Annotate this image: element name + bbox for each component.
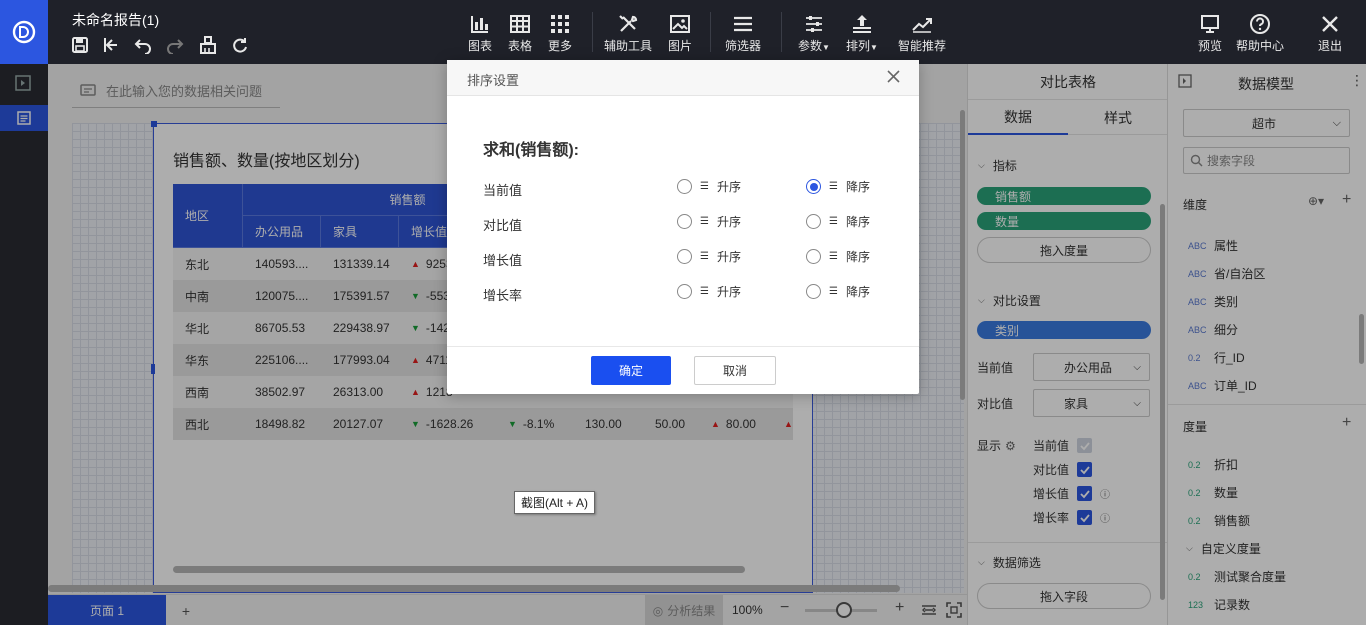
asc-radio[interactable] [677,179,692,194]
sort-row: 增长值 ☰ 升序 ☰ 降序 [483,248,870,268]
help-center-button[interactable]: 帮助中心 [1236,12,1284,56]
logo-icon [12,20,36,44]
desc-option[interactable]: ☰ 降序 [806,213,870,230]
sort-desc-icon: ☰ [829,181,838,192]
params-icon [804,12,824,36]
smart-recommend-button[interactable]: 智能推荐 [898,12,946,56]
sort-icon [851,12,873,36]
sort-row: 增长率 ☰ 升序 ☰ 降序 [483,283,870,303]
sort-desc-icon: ☰ [829,251,838,262]
sort-desc-icon: ☰ [829,216,838,227]
dialog-title: 排序设置 [467,73,520,88]
table-button[interactable]: 表格 [498,12,542,56]
desc-option[interactable]: ☰ 降序 [806,283,870,300]
help-icon [1249,12,1271,36]
desc-radio[interactable] [806,179,821,194]
confirm-button[interactable]: 确定 [591,356,671,385]
toolbar-divider [710,12,711,52]
top-toolbar: 未命名报告(1) 图表 表格 更多 辅助工具 图片 筛选器 参数▼ 排列▼ 智能… [0,0,1366,64]
table-icon [510,12,530,36]
toolbar-divider [781,12,782,52]
filter-lines-icon [733,12,753,36]
refresh-icon[interactable] [231,36,249,54]
sort-desc-icon: ☰ [829,286,838,297]
toolbar-divider [592,12,593,52]
caret-down-icon: ▼ [870,43,878,52]
grid-dots-icon [550,12,570,36]
tools-icon [617,12,639,36]
cancel-button[interactable]: 取消 [694,356,776,385]
close-icon[interactable] [887,70,900,83]
image-icon [670,12,690,36]
desc-option[interactable]: ☰ 降序 [806,248,870,265]
desc-option[interactable]: ☰ 降序 [806,178,870,195]
sort-asc-icon: ☰ [700,181,709,192]
dialog-footer-divider [447,346,919,347]
asc-radio[interactable] [677,249,692,264]
bar-chart-icon [470,12,490,36]
sort-row: 对比值 ☰ 升序 ☰ 降序 [483,213,870,233]
sort-asc-icon: ☰ [700,216,709,227]
chart-button[interactable]: 图表 [458,12,502,56]
sort-settings-dialog: 排序设置 求和(销售额): 当前值 ☰ 升序 ☰ 降序 对比值 ☰ 升序 ☰ 降序 增长… [447,60,919,394]
aux-tools-button[interactable]: 辅助工具 [604,12,652,56]
format-painter-icon[interactable] [199,36,217,54]
close-icon [1320,12,1340,36]
sort-button[interactable]: 排列▼ [840,12,884,56]
desc-radio[interactable] [806,214,821,229]
report-title[interactable]: 未命名报告(1) [72,10,159,30]
asc-option[interactable]: ☰ 升序 [677,283,741,300]
preview-button[interactable]: 预览 [1188,12,1232,56]
more-button[interactable]: 更多 [538,12,582,56]
screenshot-tooltip: 截图(Alt + A) [514,491,596,514]
app-logo[interactable] [0,0,48,64]
redo-icon[interactable] [166,36,184,54]
desc-radio[interactable] [806,284,821,299]
first-step-icon[interactable] [102,36,120,54]
desc-radio[interactable] [806,249,821,264]
image-button[interactable]: 图片 [658,12,702,56]
sort-field-label: 求和(销售额): [483,142,579,159]
trend-chart-icon [911,12,933,36]
asc-radio[interactable] [677,284,692,299]
undo-icon[interactable] [134,36,152,54]
filter-button[interactable]: 筛选器 [721,12,765,56]
exit-button[interactable]: 退出 [1308,12,1352,56]
sort-asc-icon: ☰ [700,251,709,262]
asc-option[interactable]: ☰ 升序 [677,248,741,265]
save-icon[interactable] [71,36,89,54]
caret-down-icon: ▼ [822,43,830,52]
asc-option[interactable]: ☰ 升序 [677,178,741,195]
sort-row: 当前值 ☰ 升序 ☰ 降序 [483,178,870,198]
dialog-header: 排序设置 [447,60,919,96]
asc-radio[interactable] [677,214,692,229]
preview-icon [1200,12,1220,36]
params-button[interactable]: 参数▼ [792,12,836,56]
sort-asc-icon: ☰ [700,286,709,297]
asc-option[interactable]: ☰ 升序 [677,213,741,230]
